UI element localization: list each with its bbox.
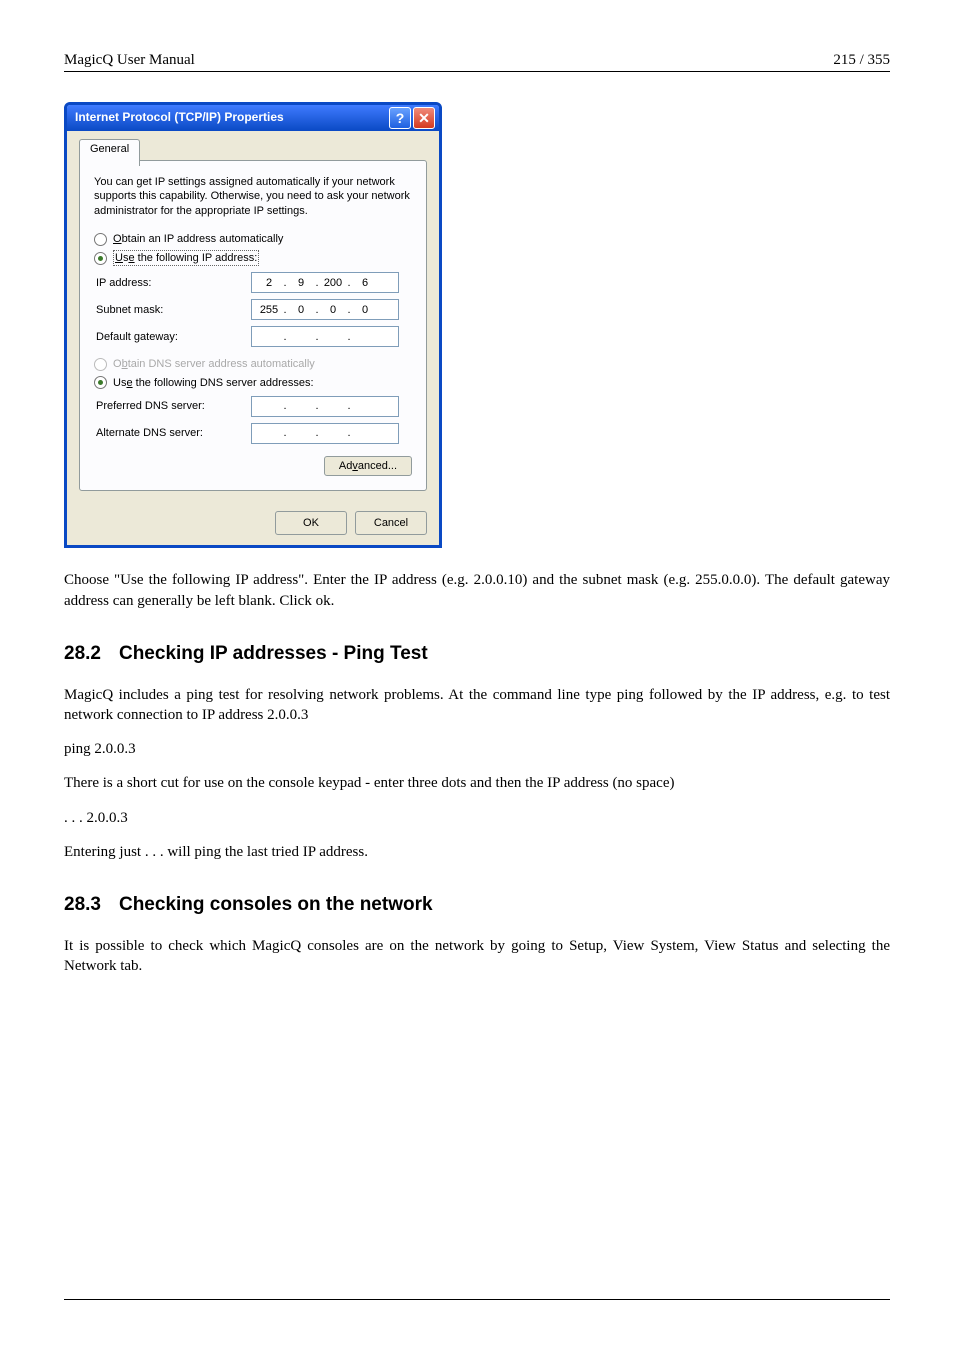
label-gateway: Default gateway: <box>96 330 251 344</box>
section-28-2-p4: . . . 2.0.0.3 <box>64 808 890 828</box>
cancel-button[interactable]: Cancel <box>355 511 427 535</box>
doc-title: MagicQ User Manual <box>64 52 195 69</box>
label-subnet: Subnet mask: <box>96 303 251 317</box>
radio-obtain-dns: Obtain DNS server address automatically … <box>94 357 412 371</box>
subnet-mask-field[interactable]: 255. 0. 0. 0 <box>251 299 399 320</box>
alternate-dns-field[interactable]: . . . <box>251 423 399 444</box>
label-ip: IP address: <box>96 276 251 290</box>
panel-description: You can get IP settings assigned automat… <box>94 175 412 218</box>
preferred-dns-field[interactable]: . . . <box>251 396 399 417</box>
help-icon[interactable]: ? <box>389 107 411 129</box>
section-28-2-p2: ping 2.0.0.3 <box>64 739 890 759</box>
general-panel: You can get IP settings assigned automat… <box>79 160 427 491</box>
dialog-titlebar: Internet Protocol (TCP/IP) Properties ? … <box>67 105 439 131</box>
label-preferred-dns: Preferred DNS server: <box>96 399 251 413</box>
paragraph-choose-ip: Choose "Use the following IP address". E… <box>64 570 890 611</box>
section-28-2-p3: There is a short cut for use on the cons… <box>64 773 890 793</box>
section-28-3-p1: It is possible to check which MagicQ con… <box>64 936 890 977</box>
label-alternate-dns: Alternate DNS server: <box>96 426 251 440</box>
default-gateway-field[interactable]: . . . <box>251 326 399 347</box>
section-28-2-p5: Entering just . . . will ping the last t… <box>64 842 890 862</box>
close-icon[interactable]: ✕ <box>413 107 435 129</box>
page-footer-rule <box>64 1299 890 1300</box>
dialog-title: Internet Protocol (TCP/IP) Properties <box>75 110 284 126</box>
advanced-button[interactable]: Advanced...Advanced... <box>324 456 412 476</box>
radio-obtain-ip[interactable]: OObtain an IP address automaticallybtain… <box>94 232 412 246</box>
tab-general[interactable]: General <box>79 139 140 166</box>
page-header: MagicQ User Manual 215 / 355 <box>64 52 890 72</box>
tcpip-properties-dialog: Internet Protocol (TCP/IP) Properties ? … <box>64 102 890 548</box>
section-28-3-heading: 28.3Checking consoles on the network <box>64 892 890 918</box>
section-28-2-heading: 28.2Checking IP addresses - Ping Test <box>64 641 890 667</box>
radio-use-ip[interactable]: Use the following IP address: Use the fo… <box>94 250 412 266</box>
section-28-2-p1: MagicQ includes a ping test for resolvin… <box>64 685 890 726</box>
ok-button[interactable]: OK <box>275 511 347 535</box>
radio-use-dns[interactable]: Use the following DNS server addresses: … <box>94 376 412 390</box>
ip-address-field[interactable]: 2. 9. 200. 6 <box>251 272 399 293</box>
page-number: 215 / 355 <box>833 52 890 69</box>
